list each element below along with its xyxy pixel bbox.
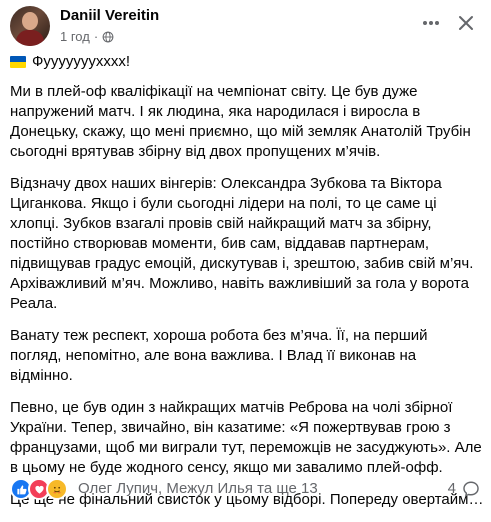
post-paragraph: Ванату теж респект, хороша робота без м’… [10, 327, 428, 384]
author-avatar[interactable] [10, 6, 50, 46]
avatar-face [22, 12, 38, 30]
facebook-post: Daniil Vereitin 1 год · Фууууууухххх! Ми… [0, 0, 491, 508]
comment-count-link[interactable]: 4 [448, 480, 456, 497]
post-paragraph: Певно, це був один з найкращих матчів Ре… [10, 399, 482, 476]
comment-icon[interactable] [462, 480, 480, 498]
care-reaction-icon [46, 478, 68, 500]
first-line-text: Фууууууухххх! [32, 53, 131, 70]
close-icon [459, 16, 473, 30]
hug-face-icon [52, 486, 62, 494]
globe-icon [102, 31, 114, 42]
avatar-shirt [16, 30, 44, 46]
post-header: Daniil Vereitin 1 год · [10, 6, 481, 46]
hide-post-button[interactable] [453, 10, 479, 36]
more-options-button[interactable] [418, 10, 444, 36]
reaction-icons[interactable] [10, 478, 68, 500]
post-first-line: Фууууууухххх! [10, 52, 482, 72]
post-footer: Олег Лупич, Межул Илья та ще 13 4 [10, 478, 482, 500]
reaction-names-link[interactable]: Олег Лупич, Межул Илья та ще 13 [78, 480, 318, 497]
author-name[interactable]: Daniil Vereitin [60, 7, 159, 24]
post-time[interactable]: 1 год [60, 29, 90, 44]
post-meta: 1 год · [60, 29, 114, 44]
post-body: Фууууууухххх! Ми в плей-оф кваліфікації … [10, 52, 482, 522]
thumbs-up-icon [16, 484, 27, 494]
more-horizontal-icon [423, 21, 439, 25]
post-paragraph: Відзначу двох наших вінгерів: Олександра… [10, 175, 474, 312]
heart-icon [34, 485, 44, 494]
post-paragraph: Ми в плей-оф кваліфікації на чемпіонат с… [10, 83, 471, 160]
meta-separator: · [93, 29, 99, 44]
ukraine-flag-icon [10, 56, 26, 68]
